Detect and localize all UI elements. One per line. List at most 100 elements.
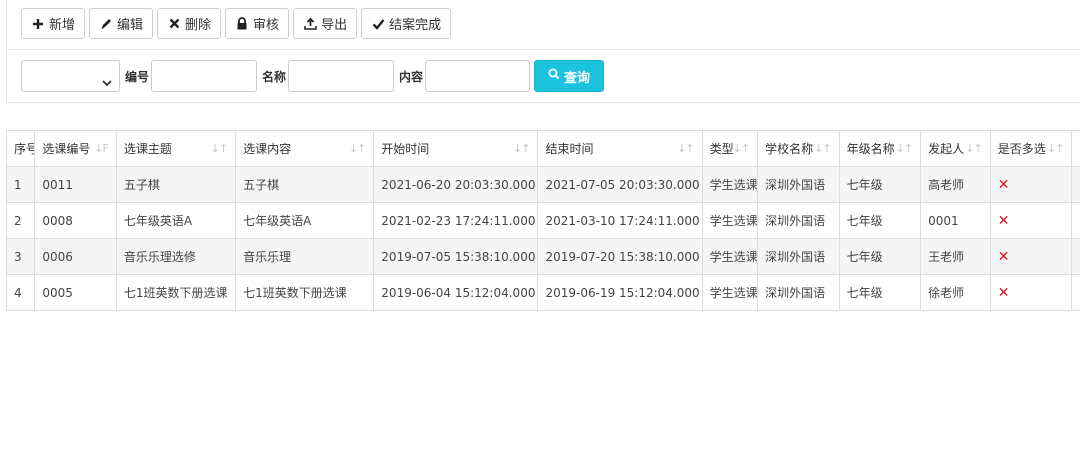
sort-icon[interactable]: ↓↑ (349, 142, 366, 155)
query-button[interactable]: 查询 (534, 60, 605, 92)
cell-index: 3 (5, 238, 36, 275)
add-button[interactable]: 新增 (21, 8, 86, 39)
cell-type: 学生选课 (701, 202, 759, 239)
course-selection-table: 序号 选课编号↓F 选课主题↓↑ 选课内容↓↑ 开始时间↓↑ 结束时间↓↑ 类型… (5, 130, 1080, 311)
cell-grade: 七年级 (838, 238, 922, 275)
check-icon (371, 17, 385, 31)
sort-icon[interactable]: ↓↑ (1047, 142, 1064, 155)
field-select[interactable] (21, 60, 120, 92)
cell-multi-select: ✕ (989, 238, 1073, 275)
content-label: 内容 (399, 69, 424, 84)
x-icon (167, 17, 181, 31)
cell-code: 0005 (34, 274, 117, 311)
cell-end-time: 2021-07-05 20:03:30.000 (537, 166, 703, 203)
column-header-content[interactable]: 选课内容 ↓↑ (235, 130, 375, 167)
cell-type: 学生选课 (701, 166, 759, 203)
cell-initiator: 高老师 (920, 166, 991, 203)
cell-start-time: 2019-07-05 15:38:10.000 (373, 238, 539, 275)
pencil-icon (99, 17, 113, 31)
sort-icon[interactable]: ↓F (94, 142, 109, 155)
sort-icon[interactable]: ↓↑ (513, 142, 530, 155)
export-icon (303, 17, 317, 31)
cell-end-time: 2021-03-10 17:24:11.000 (537, 202, 703, 239)
edit-button[interactable]: 编辑 (89, 8, 154, 39)
content-input[interactable] (425, 60, 531, 92)
column-header-initiator[interactable]: 发起人 ↓↑ (920, 130, 991, 167)
close-case-button-label: 结案完成 (389, 18, 442, 33)
cell-grade: 七年级 (838, 274, 922, 311)
cell-school: 深圳外国语 (757, 166, 840, 203)
cell-grade: 七年级 (838, 202, 922, 239)
column-header-index[interactable]: 序号 (5, 130, 36, 167)
cell-topic: 五子棋 (115, 166, 237, 203)
add-button-label: 新增 (49, 18, 76, 33)
cross-icon: ✕ (997, 212, 1010, 229)
cell-grade: 七年级 (838, 166, 922, 203)
edit-button-label: 编辑 (117, 18, 144, 33)
cell-start-time: 2019-06-04 15:12:04.000 (373, 274, 539, 311)
cell-overflow (1071, 274, 1080, 311)
export-button[interactable]: 导出 (293, 8, 358, 39)
name-label: 名称 (262, 69, 287, 84)
cell-type: 学生选课 (701, 274, 759, 311)
sort-icon[interactable]: ↓↑ (733, 142, 750, 155)
cell-multi-select: ✕ (989, 274, 1073, 311)
cell-initiator: 徐老师 (920, 274, 991, 311)
cell-start-time: 2021-06-20 20:03:30.000 (373, 166, 539, 203)
lock-icon (235, 17, 249, 31)
cell-initiator: 王老师 (920, 238, 991, 275)
cross-icon: ✕ (997, 176, 1010, 193)
cell-overflow (1071, 202, 1080, 239)
column-header-school[interactable]: 学校名称 ↓↑ (757, 130, 840, 167)
sort-icon[interactable]: ↓↑ (965, 142, 982, 155)
name-input[interactable] (288, 60, 395, 92)
cell-content: 五子棋 (235, 166, 375, 203)
cell-school: 深圳外国语 (757, 202, 840, 239)
column-header-topic[interactable]: 选课主题 ↓↑ (115, 130, 237, 167)
cell-end-time: 2019-07-20 15:38:10.000 (537, 238, 703, 275)
cell-index: 1 (5, 166, 36, 203)
cell-multi-select: ✕ (989, 202, 1073, 239)
cell-content: 音乐乐理 (235, 238, 375, 275)
table-row[interactable]: 3 0006 音乐乐理选修 音乐乐理 2019-07-05 15:38:10.0… (5, 238, 1080, 275)
plus-icon (31, 17, 45, 31)
column-header-multi-select[interactable]: 是否多选 ↓↑ (989, 130, 1073, 167)
table-row[interactable]: 1 0011 五子棋 五子棋 2021-06-20 20:03:30.000 2… (5, 166, 1080, 203)
cell-content: 七年级英语A (235, 202, 375, 239)
sort-icon[interactable]: ↓↑ (677, 142, 694, 155)
column-header-end-time[interactable]: 结束时间 ↓↑ (537, 130, 703, 167)
toolbar-panel: 新增 编辑 删除 审核 导出 结案完成 编号 名称 内容 查询 (6, 0, 1080, 103)
cell-start-time: 2021-02-23 17:24:11.000 (373, 202, 539, 239)
table-header-row: 序号 选课编号↓F 选课主题↓↑ 选课内容↓↑ 开始时间↓↑ 结束时间↓↑ 类型… (5, 130, 1080, 167)
cell-initiator: 0001 (920, 202, 991, 239)
cross-icon: ✕ (997, 284, 1010, 301)
cell-topic: 音乐乐理选修 (115, 238, 237, 275)
delete-button[interactable]: 删除 (157, 8, 222, 39)
table-row[interactable]: 2 0008 七年级英语A 七年级英语A 2021-02-23 17:24:11… (5, 202, 1080, 239)
cross-icon: ✕ (997, 248, 1010, 265)
sort-icon[interactable]: ↓↑ (896, 142, 913, 155)
table-row[interactable]: 4 0005 七1班英数下册选课 七1班英数下册选课 2019-06-04 15… (5, 274, 1080, 311)
code-input[interactable] (151, 60, 258, 92)
search-icon (548, 68, 560, 84)
column-header-type[interactable]: 类型 ↓↑ (701, 130, 759, 167)
review-button-label: 审核 (253, 18, 280, 33)
cell-end-time: 2019-06-19 15:12:04.000 (537, 274, 703, 311)
delete-button-label: 删除 (185, 18, 212, 33)
query-button-label: 查询 (564, 70, 591, 86)
cell-school: 深圳外国语 (757, 238, 840, 275)
cell-code: 0011 (34, 166, 117, 203)
column-header-start-time[interactable]: 开始时间 ↓↑ (373, 130, 539, 167)
close-case-button[interactable]: 结案完成 (361, 8, 452, 39)
search-row: 编号 名称 内容 查询 (21, 60, 605, 92)
review-button[interactable]: 审核 (225, 8, 290, 39)
column-header-grade[interactable]: 年级名称 ↓↑ (838, 130, 922, 167)
chevron-down-icon (102, 72, 112, 91)
sort-icon[interactable]: ↓↑ (211, 142, 228, 155)
sort-icon[interactable]: ↓↑ (814, 142, 831, 155)
cell-type: 学生选课 (701, 238, 759, 275)
cell-content: 七1班英数下册选课 (235, 274, 375, 311)
cell-overflow (1071, 166, 1080, 203)
column-header-code[interactable]: 选课编号 ↓F (34, 130, 117, 167)
cell-topic: 七1班英数下册选课 (115, 274, 237, 311)
